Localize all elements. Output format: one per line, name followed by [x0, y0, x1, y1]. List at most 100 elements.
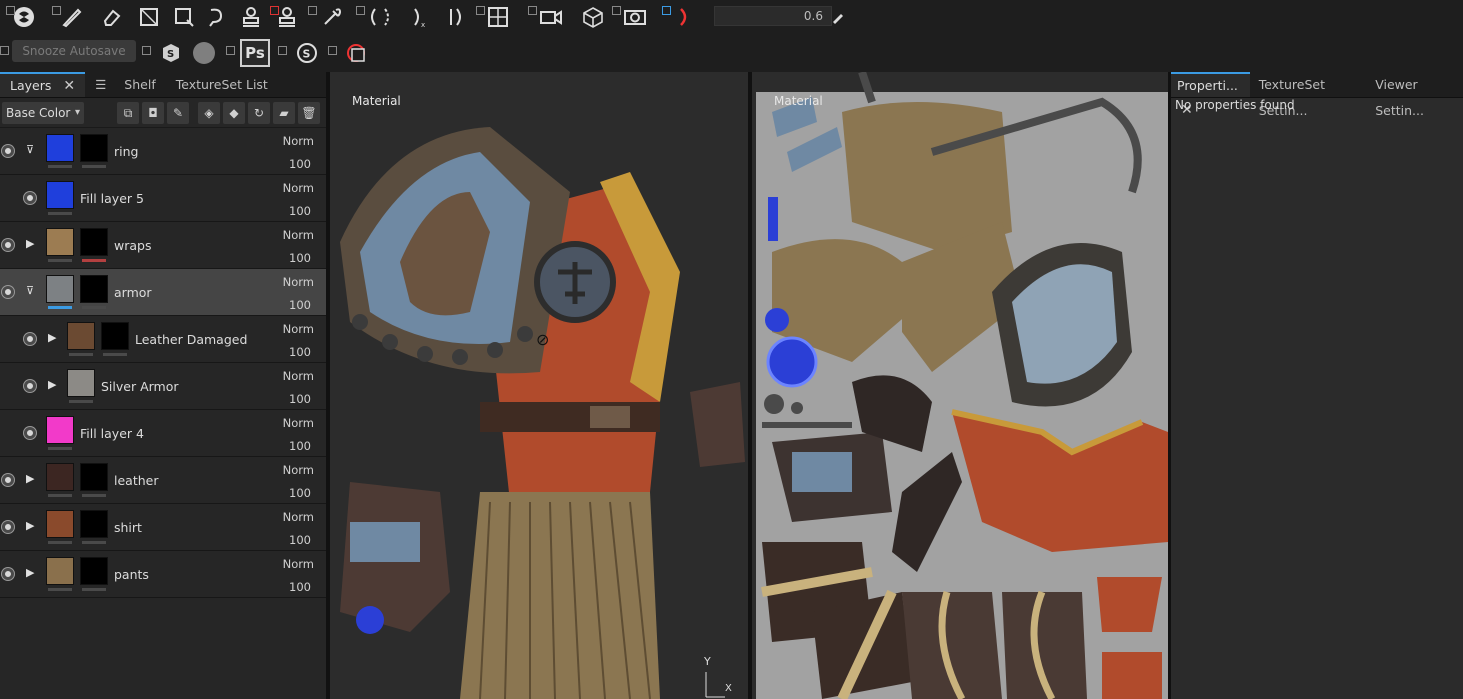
snooze-autosave-button[interactable]: Snooze Autosave — [12, 40, 136, 62]
layer-row[interactable]: ▶ Silver Armor Norm 100 — [0, 363, 326, 410]
layer-row[interactable]: ⊽ ring Norm 100 — [0, 128, 326, 175]
layer-row[interactable]: ▶ wraps Norm 100 — [0, 222, 326, 269]
layer-opacity[interactable]: 100 — [289, 392, 311, 406]
layer-blend-mode[interactable]: Norm — [283, 181, 314, 195]
layer-row[interactable]: ▶ Leather Damaged Norm 100 — [0, 316, 326, 363]
layer-thumbnail[interactable] — [46, 181, 74, 209]
layer-blend-mode[interactable]: Norm — [283, 557, 314, 571]
folder-toggle-icon[interactable]: ⊽ — [26, 144, 40, 156]
layer-thumbnail[interactable] — [46, 510, 74, 538]
layer-mask-thumbnail[interactable] — [80, 275, 108, 303]
add-paint-icon[interactable]: ✎ — [167, 101, 189, 124]
layer-opacity[interactable]: 100 — [289, 439, 311, 453]
folder-toggle-icon[interactable]: ▶ — [26, 473, 40, 485]
symmetry-x-icon[interactable]: x — [404, 3, 432, 31]
camera-icon[interactable] — [528, 3, 574, 31]
viewport-2d[interactable]: Material — [752, 72, 1168, 699]
layer-mask-thumbnail[interactable] — [80, 510, 108, 538]
eraser-icon[interactable] — [96, 3, 128, 31]
layer-mask-thumbnail[interactable] — [101, 322, 129, 350]
layer-thumbnail[interactable] — [46, 557, 74, 585]
layer-blend-mode[interactable]: Norm — [283, 228, 314, 242]
layer-row[interactable]: ▶ leather Norm 100 — [0, 457, 326, 504]
symmetry-mirror-icon[interactable] — [440, 3, 468, 31]
layer-blend-mode[interactable]: Norm — [283, 275, 314, 289]
export-textures-icon[interactable] — [342, 39, 370, 67]
substance-share-icon[interactable]: S — [294, 39, 320, 67]
layer-mask-thumbnail[interactable] — [80, 557, 108, 585]
tab-textureset-list[interactable]: TextureSet List — [166, 72, 278, 97]
layer-row[interactable]: ⊽ armor Norm 100 — [0, 269, 326, 316]
symmetry-icon[interactable] — [356, 3, 404, 31]
layer-thumbnail[interactable] — [67, 369, 95, 397]
layer-thumbnail[interactable] — [46, 463, 74, 491]
edit-pen-icon[interactable] — [830, 3, 846, 31]
folder-toggle-icon[interactable]: ⊽ — [26, 285, 40, 297]
screenshot-icon[interactable] — [612, 3, 658, 31]
delete-layer-icon[interactable]: 🗑 — [298, 101, 320, 124]
painter-logo-icon[interactable] — [6, 3, 42, 31]
folder-toggle-icon[interactable]: ▶ — [26, 238, 40, 250]
layer-mask-thumbnail[interactable] — [80, 463, 108, 491]
visibility-eye-icon[interactable] — [2, 145, 14, 157]
tab-properties[interactable]: Properti... ✕ — [1171, 72, 1250, 118]
layer-blend-mode[interactable]: Norm — [283, 134, 314, 148]
smudge-icon[interactable] — [202, 3, 230, 31]
add-filter-icon[interactable]: ↻ — [248, 101, 270, 124]
layer-opacity[interactable]: 100 — [289, 580, 311, 594]
layer-blend-mode[interactable]: Norm — [283, 322, 314, 336]
layer-thumbnail[interactable] — [46, 416, 74, 444]
clone-stamp-icon[interactable] — [236, 3, 266, 31]
layer-blend-mode[interactable]: Norm — [283, 416, 314, 430]
paint-brush-icon[interactable] — [52, 3, 92, 31]
layer-row[interactable]: ▶ shirt Norm 100 — [0, 504, 326, 551]
layer-row[interactable]: Fill layer 4 Norm 100 — [0, 410, 326, 457]
layer-mask-thumbnail[interactable] — [80, 134, 108, 162]
layer-thumbnail[interactable] — [67, 322, 95, 350]
layer-mask-thumbnail[interactable] — [80, 228, 108, 256]
layer-thumbnail[interactable] — [46, 134, 74, 162]
visibility-eye-icon[interactable] — [2, 286, 14, 298]
layer-blend-mode[interactable]: Norm — [283, 369, 314, 383]
viewport-3d[interactable]: Material Y X ⊘ — [330, 72, 748, 699]
cube-icon[interactable] — [578, 3, 608, 31]
add-layer-icon[interactable]: ◈ — [198, 101, 220, 124]
clone-stamp-alt-icon[interactable] — [270, 3, 304, 31]
layer-opacity[interactable]: 100 — [289, 251, 311, 265]
layer-opacity[interactable]: 100 — [289, 157, 311, 171]
viewport-split-icon[interactable] — [476, 3, 520, 31]
layer-thumbnail[interactable] — [46, 228, 74, 256]
projection-icon[interactable] — [134, 3, 164, 31]
brush-opacity-slider[interactable]: 0.6 — [714, 6, 832, 26]
substance-logo-icon[interactable]: S — [158, 39, 184, 67]
layer-opacity[interactable]: 100 — [289, 486, 311, 500]
visibility-eye-icon[interactable] — [2, 239, 14, 251]
channel-dropdown[interactable]: Base Color — [2, 101, 84, 124]
visibility-eye-icon[interactable] — [24, 192, 36, 204]
layer-row[interactable]: ▶ pants Norm 100 — [0, 551, 326, 598]
layer-thumbnail[interactable] — [46, 275, 74, 303]
folder-toggle-icon[interactable]: ▶ — [26, 567, 40, 579]
visibility-eye-icon[interactable] — [2, 521, 14, 533]
folder-toggle-icon[interactable]: ▶ — [48, 332, 62, 344]
folder-toggle-icon[interactable]: ▶ — [26, 520, 40, 532]
add-folder-icon[interactable]: ▰ — [273, 101, 295, 124]
photoshop-export-button[interactable]: Ps — [240, 39, 270, 67]
visibility-eye-icon[interactable] — [24, 333, 36, 345]
layer-opacity[interactable]: 100 — [289, 204, 311, 218]
visibility-eye-icon[interactable] — [2, 568, 14, 580]
visibility-eye-icon[interactable] — [24, 380, 36, 392]
layer-blend-mode[interactable]: Norm — [283, 510, 314, 524]
add-fill-layer-icon[interactable]: ◆ — [223, 101, 245, 124]
tab-layers[interactable]: Layers ✕ — [0, 72, 86, 97]
layer-opacity[interactable]: 100 — [289, 298, 311, 312]
add-mask-icon[interactable]: ◘ — [142, 101, 164, 124]
layer-opacity[interactable]: 100 — [289, 345, 311, 359]
color-picker-icon[interactable] — [308, 3, 356, 31]
visibility-eye-icon[interactable] — [24, 427, 36, 439]
close-icon[interactable]: ✕ — [63, 78, 75, 94]
layer-row[interactable]: Fill layer 5 Norm 100 — [0, 175, 326, 222]
material-ball-icon[interactable] — [193, 42, 215, 64]
iray-icon[interactable] — [662, 3, 706, 31]
tab-shelf[interactable]: ☰ Shelf — [85, 72, 166, 97]
